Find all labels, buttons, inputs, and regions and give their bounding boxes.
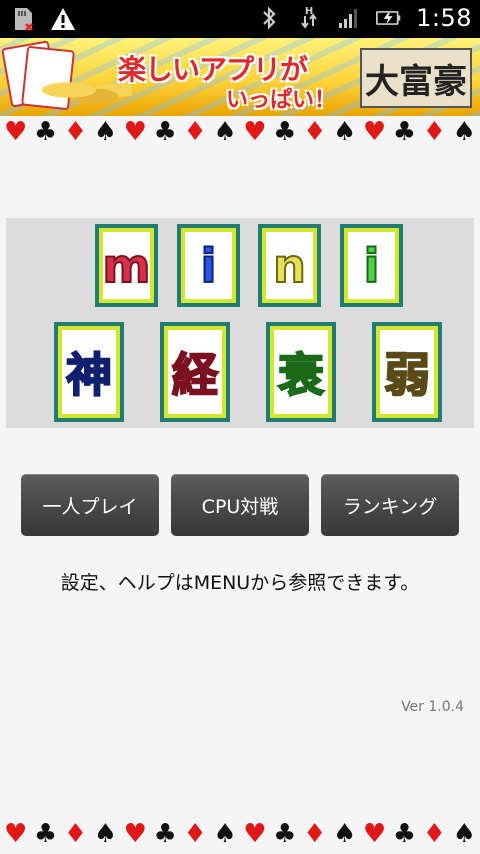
status-bar: H 1:58 bbox=[0, 0, 480, 38]
title-letter: n bbox=[266, 232, 313, 299]
club-icon: ♣ bbox=[392, 117, 417, 147]
title-tile: m bbox=[95, 224, 158, 307]
cpu-battle-button[interactable]: CPU対戦 bbox=[171, 474, 309, 536]
clock: 1:58 bbox=[416, 4, 472, 32]
battery-charging-icon bbox=[376, 3, 402, 33]
title-letter: i bbox=[185, 232, 232, 299]
title-letter: i bbox=[348, 232, 395, 299]
spade-icon: ♠ bbox=[332, 117, 357, 147]
spade-icon: ♠ bbox=[332, 819, 357, 849]
title-tile: 弱 bbox=[372, 322, 442, 422]
diamond-icon: ♦ bbox=[63, 819, 88, 849]
heart-icon: ♥ bbox=[243, 819, 267, 849]
club-icon: ♣ bbox=[33, 819, 58, 849]
version-label: Ver 1.0.4 bbox=[401, 699, 464, 715]
banner-subheadline: いっぱい！ bbox=[226, 88, 337, 113]
heart-icon: ♥ bbox=[362, 117, 387, 147]
title-tile: 経 bbox=[160, 322, 230, 422]
heart-icon: ♥ bbox=[123, 117, 147, 147]
club-icon: ♣ bbox=[153, 819, 177, 849]
ranking-button[interactable]: ランキング bbox=[321, 474, 459, 536]
title-logo: m i n i 神 経 衰 弱 bbox=[6, 218, 474, 428]
single-play-button[interactable]: 一人プレイ bbox=[21, 474, 159, 536]
heart-icon: ♥ bbox=[4, 117, 28, 147]
title-tile: 衰 bbox=[266, 322, 336, 422]
club-icon: ♣ bbox=[153, 117, 177, 147]
club-icon: ♣ bbox=[33, 117, 58, 147]
ad-banner[interactable]: 楽しいアプリが いっぱい！ 大富豪 bbox=[0, 38, 480, 116]
help-text: 設定、ヘルプはMENUから参照できます。 bbox=[60, 572, 420, 594]
title-tile: i bbox=[340, 224, 403, 307]
club-icon: ♣ bbox=[273, 819, 297, 849]
data-transfer-icon: H bbox=[296, 3, 322, 33]
suit-row-bottom: ♥ ♣ ♦ ♠ ♥ ♣ ♦ ♠ ♥ ♣ ♦ ♠ ♥ ♣ ♦ ♠ bbox=[4, 820, 476, 848]
club-icon: ♣ bbox=[273, 117, 297, 147]
heart-icon: ♥ bbox=[123, 819, 147, 849]
sd-card-icon bbox=[10, 4, 36, 34]
spade-icon: ♠ bbox=[93, 819, 118, 849]
spade-icon: ♠ bbox=[213, 117, 237, 147]
title-tile: n bbox=[258, 224, 321, 307]
diamond-icon: ♦ bbox=[303, 117, 327, 147]
title-kanji: 弱 bbox=[380, 330, 434, 414]
banner-game-name: 大富豪 bbox=[360, 48, 472, 108]
title-kanji: 衰 bbox=[274, 330, 328, 414]
diamond-icon: ♦ bbox=[183, 117, 207, 147]
spade-icon: ♠ bbox=[93, 117, 118, 147]
diamond-icon: ♦ bbox=[422, 819, 446, 849]
heart-icon: ♥ bbox=[362, 819, 387, 849]
title-tile: i bbox=[177, 224, 240, 307]
diamond-icon: ♦ bbox=[63, 117, 88, 147]
club-icon: ♣ bbox=[392, 819, 417, 849]
spade-icon: ♠ bbox=[452, 819, 476, 849]
heart-icon: ♥ bbox=[4, 819, 28, 849]
bluetooth-icon bbox=[256, 3, 282, 33]
title-kanji: 経 bbox=[168, 330, 222, 414]
suit-row-top: ♥ ♣ ♦ ♠ ♥ ♣ ♦ ♠ ♥ ♣ ♦ ♠ ♥ ♣ ♦ ♠ bbox=[4, 118, 476, 146]
heart-icon: ♥ bbox=[243, 117, 267, 147]
title-tile: 神 bbox=[54, 322, 124, 422]
warning-icon bbox=[50, 4, 76, 34]
diamond-icon: ♦ bbox=[183, 819, 207, 849]
signal-icon bbox=[336, 3, 362, 33]
title-letter: m bbox=[102, 232, 151, 299]
spade-icon: ♠ bbox=[452, 117, 476, 147]
diamond-icon: ♦ bbox=[303, 819, 327, 849]
diamond-icon: ♦ bbox=[422, 117, 446, 147]
spade-icon: ♠ bbox=[213, 819, 237, 849]
title-kanji: 神 bbox=[62, 330, 116, 414]
